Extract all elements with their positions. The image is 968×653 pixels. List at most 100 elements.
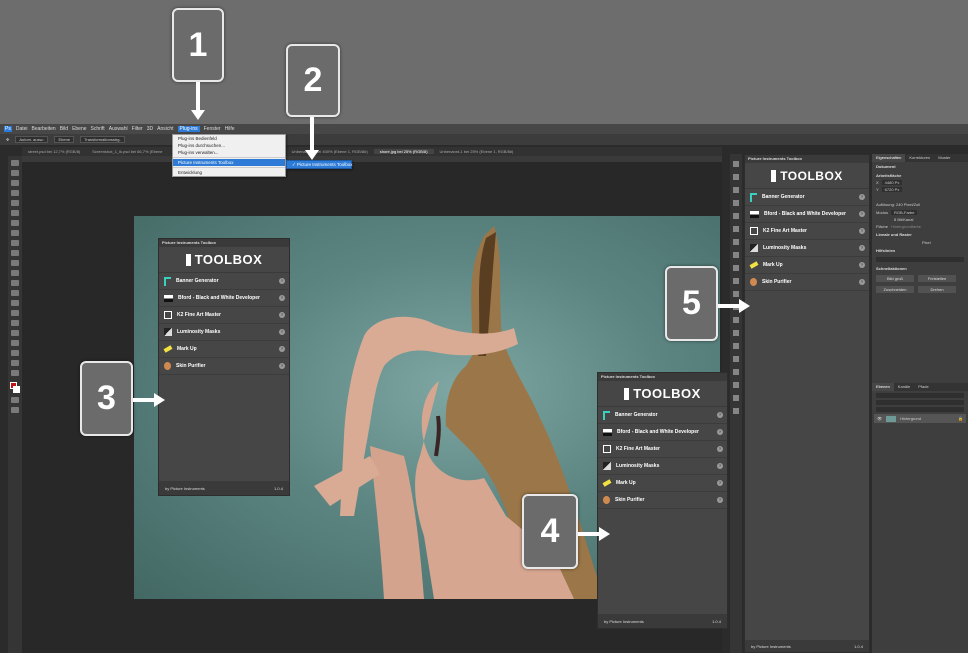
layer-comps-icon[interactable]	[733, 317, 739, 323]
measurement-icon[interactable]	[733, 395, 739, 401]
background-color-swatch[interactable]	[13, 386, 20, 393]
move-tool-icon[interactable]	[11, 160, 19, 166]
info-icon[interactable]	[733, 265, 739, 271]
help-icon[interactable]: ?	[717, 429, 723, 435]
hand-tool-icon[interactable]	[11, 350, 19, 356]
width-field[interactable]: 4480 Px	[881, 180, 903, 185]
toolbox-item-skin-purifier[interactable]: Skin Purifier?	[598, 492, 727, 509]
menu-fenster[interactable]: Fenster	[204, 126, 221, 132]
tab-document[interactable]: street.psd bei 12,7% (RGB/8)	[22, 149, 86, 154]
menu-hilfe[interactable]: Hilfe	[225, 126, 235, 132]
rotate-button[interactable]: Drehen	[918, 286, 956, 293]
more-tools-icon[interactable]	[11, 370, 19, 376]
toolbox-item-luminosity-masks[interactable]: Luminosity Masks?	[598, 458, 727, 475]
toolbox-item-fine-art[interactable]: K2 Fine Art Master?	[159, 307, 289, 324]
tab-document[interactable]: Screenshot_1_ik.psd bei 66,7% (Ebene	[86, 149, 168, 154]
toolbox-item-bw-developer[interactable]: Bford - Black and White Developer?	[159, 290, 289, 307]
help-icon[interactable]: ?	[859, 279, 865, 285]
actions-icon[interactable]	[733, 213, 739, 219]
toolbox-item-fine-art[interactable]: K2 Fine Art Master?	[745, 223, 869, 240]
toolbox-item-bw-developer[interactable]: Bford - Black and White Developer?	[745, 206, 869, 223]
swatches-icon[interactable]	[733, 291, 739, 297]
brush-settings-icon[interactable]	[733, 187, 739, 193]
auto-select-checkbox[interactable]: Autom. ausw.:	[15, 136, 49, 143]
toolbox-item-mark-up[interactable]: Mark Up?	[598, 475, 727, 492]
canvas-section-title[interactable]: Arbeitsfläche	[872, 171, 968, 180]
rulers-section-title[interactable]: Lineale und Raster	[872, 230, 968, 239]
healing-tool-icon[interactable]	[11, 230, 19, 236]
tab-korrekturen[interactable]: Korrekturen	[905, 154, 934, 162]
mode-select[interactable]: RGB-Farbe	[891, 210, 918, 215]
fill-select[interactable]: Hintergrundfarbe	[891, 224, 921, 229]
tab-eigenschaften[interactable]: Eigenschaften	[872, 154, 906, 162]
crop-tool-icon[interactable]	[11, 200, 19, 206]
help-icon[interactable]: ?	[279, 329, 285, 335]
tab-kanaele[interactable]: Kanäle	[894, 383, 914, 391]
help-icon[interactable]: ?	[279, 312, 285, 318]
frame-tool-icon[interactable]	[11, 210, 19, 216]
menu-item-manage-plugins[interactable]: Plug-ins verwalten...	[173, 149, 285, 156]
layer-row[interactable]: 👁 Hintergrund 🔒	[874, 414, 966, 423]
color-icon[interactable]	[733, 408, 739, 414]
menu-item-plugins-panel[interactable]: Plug-ins Bedienfeld	[173, 135, 285, 142]
help-icon[interactable]: ?	[717, 497, 723, 503]
toolbox-item-mark-up[interactable]: Mark Up?	[159, 341, 289, 358]
submenu-item-toolbox[interactable]: ✓ Picture Instruments Toolbox	[287, 161, 353, 168]
marquee-tool-icon[interactable]	[11, 170, 19, 176]
pen-tool-icon[interactable]	[11, 310, 19, 316]
menu-ebene[interactable]: Ebene	[72, 126, 86, 132]
menu-schrift[interactable]: Schrift	[91, 126, 105, 132]
timeline-icon[interactable]	[733, 343, 739, 349]
glyphs-icon[interactable]	[733, 226, 739, 232]
menu-filter[interactable]: Filter	[132, 126, 143, 132]
navigator-icon[interactable]	[733, 252, 739, 258]
tab-document[interactable]: Unbenannt-1 bei 25% (Ebene 1, RGB/8#)	[434, 149, 520, 154]
menu-datei[interactable]: Datei	[16, 126, 28, 132]
help-icon[interactable]: ?	[279, 363, 285, 369]
move-tool-icon[interactable]: ✥	[6, 137, 9, 142]
menu-item-development[interactable]: Entwicklung	[173, 169, 285, 176]
transform-controls-checkbox[interactable]: Transformationsstrg.	[80, 136, 125, 143]
tab-ebenen[interactable]: Ebenen	[872, 383, 894, 391]
depth-select[interactable]: 8 Bit/Kanal	[872, 216, 968, 223]
menu-bearbeiten[interactable]: Bearbeiten	[32, 126, 56, 132]
tools-icon[interactable]	[733, 239, 739, 245]
image-size-button[interactable]: Bild groß	[876, 275, 914, 282]
unit-select[interactable]: Pixel	[872, 239, 968, 246]
menu-3d[interactable]: 3D	[147, 126, 153, 132]
clone-source-icon[interactable]	[733, 200, 739, 206]
quick-actions-title[interactable]: Schnellaktionen	[872, 264, 968, 273]
help-icon[interactable]: ?	[279, 295, 285, 301]
quick-select-tool-icon[interactable]	[11, 190, 19, 196]
layer-filter[interactable]	[876, 393, 964, 398]
help-icon[interactable]: ?	[859, 245, 865, 251]
brush-tool-icon[interactable]	[11, 240, 19, 246]
libraries-icon[interactable]	[733, 330, 739, 336]
menu-ansicht[interactable]: Ansicht	[157, 126, 173, 132]
menu-item-picture-instruments-toolbox[interactable]: Picture Instruments Toolbox	[173, 159, 285, 166]
history-brush-icon[interactable]	[11, 260, 19, 266]
toolbox-item-mark-up[interactable]: Mark Up?	[745, 257, 869, 274]
lasso-tool-icon[interactable]	[11, 180, 19, 186]
height-field[interactable]: 6720 Px	[881, 187, 903, 192]
tab-pfade[interactable]: Pfade	[914, 383, 932, 391]
quick-mask-icon[interactable]	[11, 397, 19, 403]
blend-mode-row[interactable]	[876, 400, 964, 405]
shape-tool-icon[interactable]	[11, 340, 19, 346]
eye-icon[interactable]: 👁	[877, 416, 882, 421]
menu-plugins[interactable]: Plug-ins	[177, 126, 200, 132]
type-tool-icon[interactable]	[11, 320, 19, 326]
toolbox-item-banner-generator[interactable]: Banner Generator?	[159, 273, 289, 290]
help-icon[interactable]: ?	[717, 446, 723, 452]
eyedropper-tool-icon[interactable]	[11, 220, 19, 226]
guides-controls[interactable]	[876, 257, 964, 262]
toolbox-item-skin-purifier[interactable]: Skin Purifier?	[159, 358, 289, 375]
toolbox-item-banner-generator[interactable]: Banner Generator?	[598, 407, 727, 424]
path-select-icon[interactable]	[11, 330, 19, 336]
stamp-tool-icon[interactable]	[11, 250, 19, 256]
toolbox-item-skin-purifier[interactable]: Skin Purifier?	[745, 274, 869, 291]
paragraph-icon[interactable]	[733, 174, 739, 180]
toolbox-item-fine-art[interactable]: K2 Fine Art Master?	[598, 441, 727, 458]
character-icon[interactable]	[733, 278, 739, 284]
tab-document-active[interactable]: shore.jpg bei 25% (RGB/8)	[373, 149, 434, 154]
